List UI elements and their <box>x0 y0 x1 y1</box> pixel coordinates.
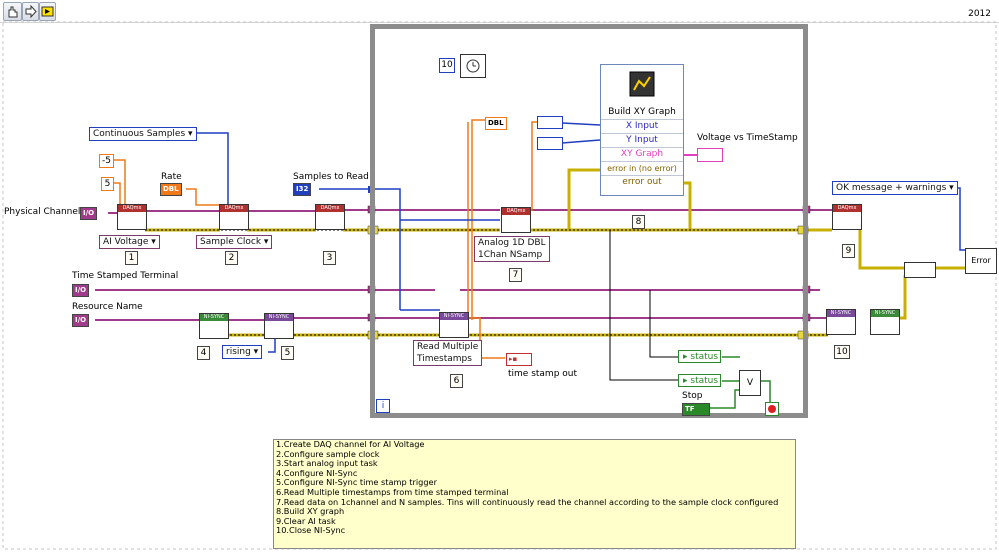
step-9-label: 9 <box>842 244 855 258</box>
build-xy-graph-title: Build XY Graph <box>608 107 676 117</box>
note-line: 9.Clear AI task <box>276 515 336 526</box>
xy-error-in[interactable]: error in (no error) <box>601 161 683 175</box>
simple-error-handler-icon[interactable]: Error <box>965 248 997 274</box>
loop-condition-stop-icon <box>765 402 779 416</box>
resource-name-terminal[interactable]: I/O <box>72 314 90 327</box>
step-8-label: 8 <box>632 215 645 229</box>
analog-1d-dbl-selector[interactable]: Analog 1D DBL 1Chan NSamp <box>474 236 550 262</box>
daqmx-read-vi[interactable]: DAQmx <box>501 207 531 233</box>
step-5-label: 5 <box>281 346 294 360</box>
build-xy-graph-vi[interactable]: Build XY Graph X Input Y Input XY Graph … <box>600 64 684 196</box>
xy-error-out[interactable]: error out <box>601 175 683 189</box>
time-stamped-terminal-label: Time Stamped Terminal <box>72 271 179 281</box>
step-10-label: 10 <box>834 345 850 359</box>
notes-comment-box: 1.Create DAQ channel for AI Voltage 2.Co… <box>273 439 796 549</box>
note-line: 7.Read data on 1channel and N samples. T… <box>276 496 779 507</box>
dbl-terminal[interactable]: DBL <box>485 117 507 130</box>
time-stamped-terminal[interactable]: I/O <box>72 284 90 297</box>
nisync-trigger-vi[interactable]: NI-SYNC <box>264 313 294 339</box>
ai-voltage-selector[interactable]: AI Voltage ▾ <box>99 235 160 249</box>
time-stamp-out-label: time stamp out <box>508 369 578 379</box>
rising-selector[interactable]: rising ▾ <box>222 345 263 359</box>
resource-name-label: Resource Name <box>72 302 143 312</box>
xy-graph-indicator <box>697 148 723 162</box>
daqmx-start-task-vi[interactable]: DAQmx <box>315 204 345 230</box>
physical-channel-terminal[interactable]: I/O <box>80 207 98 220</box>
loop-index-terminal: i <box>376 399 390 413</box>
note-line: 10.Close NI-Sync <box>276 525 346 536</box>
step-2-label: 2 <box>225 251 238 265</box>
xy-x-input[interactable]: X Input <box>601 119 683 133</box>
sample-clock-selector[interactable]: Sample Clock ▾ <box>196 235 273 249</box>
note-line: 8.Build XY graph <box>276 506 345 517</box>
voltage-vs-timestamp-label: Voltage vs TimeStamp <box>697 133 798 143</box>
nisync-close-vi[interactable]: NI-SYNC <box>826 309 856 335</box>
physical-channel-label: Physical Channel <box>4 207 81 217</box>
read-multiple-timestamps-selector[interactable]: Read Multiple Timestamps <box>413 340 483 366</box>
status-unbundle-2: ▸ status <box>678 374 721 387</box>
minus5-constant[interactable]: -5 <box>99 154 114 168</box>
step-4-label: 4 <box>197 346 210 360</box>
or-function-icon: V <box>739 370 761 396</box>
step-3-label: 3 <box>323 251 336 265</box>
status-unbundle-1: ▸ status <box>678 350 721 363</box>
wait-ms-constant[interactable]: 10 <box>439 58 455 73</box>
time-stamp-out-indicator: ▸▪ <box>506 353 532 366</box>
xy-y-input[interactable]: Y Input <box>601 133 683 147</box>
samples-to-read-terminal[interactable]: I32 <box>293 183 312 196</box>
rate-label: Rate <box>161 172 182 182</box>
nisync-init-vi[interactable]: NI-SYNC <box>199 313 229 339</box>
merge-errors-icon <box>904 262 936 278</box>
stop-label: Stop <box>682 391 703 401</box>
nisync-read-timestamps-vi[interactable]: NI-SYNC <box>439 312 469 338</box>
build-array-x-icon[interactable] <box>537 116 563 129</box>
nisync-close-2-vi[interactable]: NI-SYNC <box>870 309 900 335</box>
step-6-label: 6 <box>450 374 463 388</box>
samples-to-read-label: Samples to Read <box>293 172 369 182</box>
ok-message-warnings-ring[interactable]: OK message + warnings ▾ <box>832 181 958 195</box>
daqmx-create-channel-vi[interactable]: DAQmx <box>117 204 147 230</box>
xy-graph-icon <box>601 65 683 105</box>
rate-terminal[interactable]: DBL <box>160 183 182 196</box>
stop-button-terminal[interactable]: TF <box>682 403 710 416</box>
plus5-constant[interactable]: 5 <box>101 177 114 191</box>
wait-timer-icon[interactable] <box>460 54 486 78</box>
step-1-label: 1 <box>125 251 138 265</box>
step-7-label: 7 <box>509 268 522 282</box>
continuous-samples-ring[interactable]: Continuous Samples ▾ <box>89 127 197 141</box>
daqmx-timing-vi[interactable]: DAQmx <box>219 204 249 230</box>
build-array-y-icon[interactable] <box>537 137 563 150</box>
xy-graph-output[interactable]: XY Graph <box>601 147 683 161</box>
daqmx-clear-task-vi[interactable]: DAQmx <box>832 204 862 230</box>
